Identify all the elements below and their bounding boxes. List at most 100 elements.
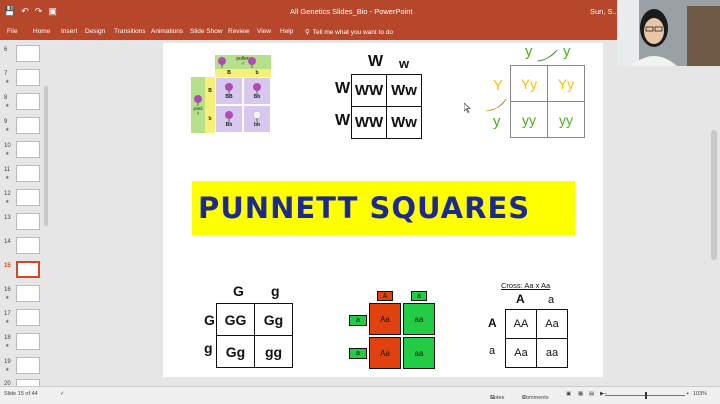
tab-view[interactable]: View (257, 28, 271, 35)
thumbnail-slide[interactable]: 6 (2, 43, 48, 65)
reading-view-icon[interactable]: ▤ (589, 391, 594, 397)
scrollbar-thumb[interactable] (711, 130, 717, 260)
banana-punnett-square: y y Y y Yy Yy yy yy (483, 43, 593, 143)
pollen-cell: bb (243, 105, 271, 133)
slide-canvas[interactable]: pollen ♂ B b pistil ♀ B b BB Bb Bb bb W … (163, 43, 603, 377)
cross-col-header: a (548, 294, 555, 306)
thumbnail-preview (16, 261, 40, 278)
white-flower-icon (252, 110, 262, 122)
thumbnail-preview (16, 379, 40, 386)
redo-icon[interactable]: ↷ (35, 6, 43, 17)
cross-punnett-square: Cross: Aa x Aa A a A a AA Aa Aa aa (483, 279, 573, 371)
colored-punnett-square: A a a a Aa aa Aa aa (347, 289, 439, 371)
thumbnail-preview (16, 165, 40, 182)
normal-view-icon[interactable]: ▣ (566, 391, 571, 397)
tab-help[interactable]: Help (280, 28, 293, 35)
thumbnail-scrollbar[interactable] (44, 86, 48, 226)
thumbnail-slide[interactable]: 11 ★ (2, 163, 48, 185)
tab-animations[interactable]: Animations (151, 28, 183, 35)
cross-col-header: A (516, 292, 525, 306)
cross-cell: aa (536, 338, 568, 368)
thumbnail-slide[interactable]: 8 ★ (2, 91, 48, 113)
purple-flower-icon (253, 83, 261, 94)
cross-cell: AA (505, 309, 537, 339)
w-punnett-square: W w W W WW Ww WW Ww (333, 53, 433, 143)
w-cell: WW (351, 74, 387, 107)
green-banana-icon (536, 49, 558, 62)
tab-design[interactable]: Design (85, 28, 105, 35)
title-bar: 💾 ↶ ↷ ▣ All Genetics Slides_Bio - PowerP… (0, 0, 720, 24)
slide-sorter-icon[interactable]: ▦ (578, 391, 583, 397)
zoom-in-icon[interactable]: + (686, 391, 689, 397)
a-cell: aa (403, 303, 435, 335)
thumbnail-slide[interactable]: 9 ★ (2, 115, 48, 137)
slideshow-icon[interactable]: ▣ (48, 6, 57, 17)
tab-transitions[interactable]: Transitions (114, 28, 146, 35)
zoom-out-icon[interactable]: − (604, 391, 607, 397)
tab-review[interactable]: Review (228, 28, 249, 35)
pistil-row-header: b (205, 105, 215, 133)
thumbnail-slide[interactable]: 18 ★ (2, 331, 48, 353)
save-icon[interactable]: 💾 (4, 6, 15, 17)
a-row-header: a (349, 315, 367, 326)
undo-icon[interactable]: ↶ (21, 6, 29, 17)
flower-icon (215, 55, 229, 69)
status-bar: Slide 15 of 44 ✓ ☰ Notes ✉ Comments ▣ ▦ … (0, 386, 720, 404)
thumbnail-slide-active[interactable]: 15 (2, 259, 48, 281)
thumbnail-preview (16, 189, 40, 206)
pollen-cell-genotype: Bb (253, 94, 261, 100)
w-cell: Ww (386, 106, 422, 139)
thumbnail-slide[interactable]: 7 ★ (2, 67, 48, 89)
tell-me-text: Tell me what you want to do (312, 28, 393, 36)
tab-slide-show[interactable]: Slide Show (190, 28, 223, 35)
a-col-header: A (377, 291, 393, 301)
a-cell: Aa (369, 303, 401, 335)
cross-row-header: A (488, 316, 497, 330)
tab-file[interactable]: File (7, 28, 17, 35)
slide-thumbnail-pane[interactable]: 6 7 ★ 8 ★ 9 ★ 10 ★ 11 ★ 12 ★ 13 14 15 16 ★ 17 ★ … (0, 40, 50, 386)
tab-home[interactable]: Home (33, 28, 50, 35)
g-row-header: G (204, 312, 215, 328)
thumbnail-slide[interactable]: 14 (2, 235, 48, 257)
w-row-header: W (335, 80, 351, 97)
a-cell: Aa (369, 337, 401, 369)
title-banner[interactable]: PUNNETT SQUARES (192, 181, 575, 235)
thumbnail-slide[interactable]: 10 ★ (2, 139, 48, 161)
a-row-header: a (349, 348, 367, 359)
thumbnail-slide[interactable]: 17 ★ (2, 307, 48, 329)
star-icon: ★ (5, 295, 10, 301)
pollen-cell: BB (215, 77, 243, 105)
tab-insert[interactable]: Insert (61, 28, 77, 35)
thumbnail-slide[interactable]: 13 (2, 211, 48, 233)
user-name[interactable]: Sun, S... (590, 7, 619, 16)
slide-count: Slide 15 of 44 (4, 391, 38, 397)
star-icon: ★ (5, 343, 10, 349)
window-title: All Genetics Slides_Bio - PowerPoint (290, 7, 413, 16)
y-cell: yy (510, 101, 548, 138)
slide-scrollbar[interactable] (708, 40, 720, 386)
g-cell: Gg (254, 303, 293, 336)
g-col-header: g (271, 283, 280, 299)
thumbnail-slide[interactable]: 12 ★ (2, 187, 48, 209)
spellcheck-icon[interactable]: ✓ (60, 391, 65, 397)
comments-label: Comments (522, 395, 549, 401)
zoom-slider-thumb[interactable] (645, 392, 647, 399)
thumbnail-slide[interactable]: 19 ★ (2, 355, 48, 377)
purple-flower-icon (225, 111, 233, 122)
thumbnail-slide[interactable]: 20 (2, 377, 48, 386)
thumbnail-slide[interactable]: 16 ★ (2, 283, 48, 305)
tell-me-box[interactable]: ⚲ Tell me what you want to do (305, 28, 393, 37)
slide-title[interactable]: PUNNETT SQUARES (198, 191, 530, 225)
star-icon: ★ (5, 79, 10, 85)
pollen-cell: Bb (215, 105, 243, 133)
w-cell: WW (351, 106, 387, 139)
cross-caption: Cross: Aa x Aa (501, 281, 551, 290)
y-row-header: y (493, 113, 501, 130)
zoom-level[interactable]: 103% (693, 391, 707, 397)
star-icon: ★ (5, 367, 10, 373)
g-cell: GG (216, 303, 255, 336)
g-col-header: G (233, 283, 244, 299)
pollen-col-header: b (243, 69, 271, 77)
g-punnett-square: G g G g GG Gg Gg gg (203, 283, 298, 368)
w-row-header: W (335, 112, 351, 129)
